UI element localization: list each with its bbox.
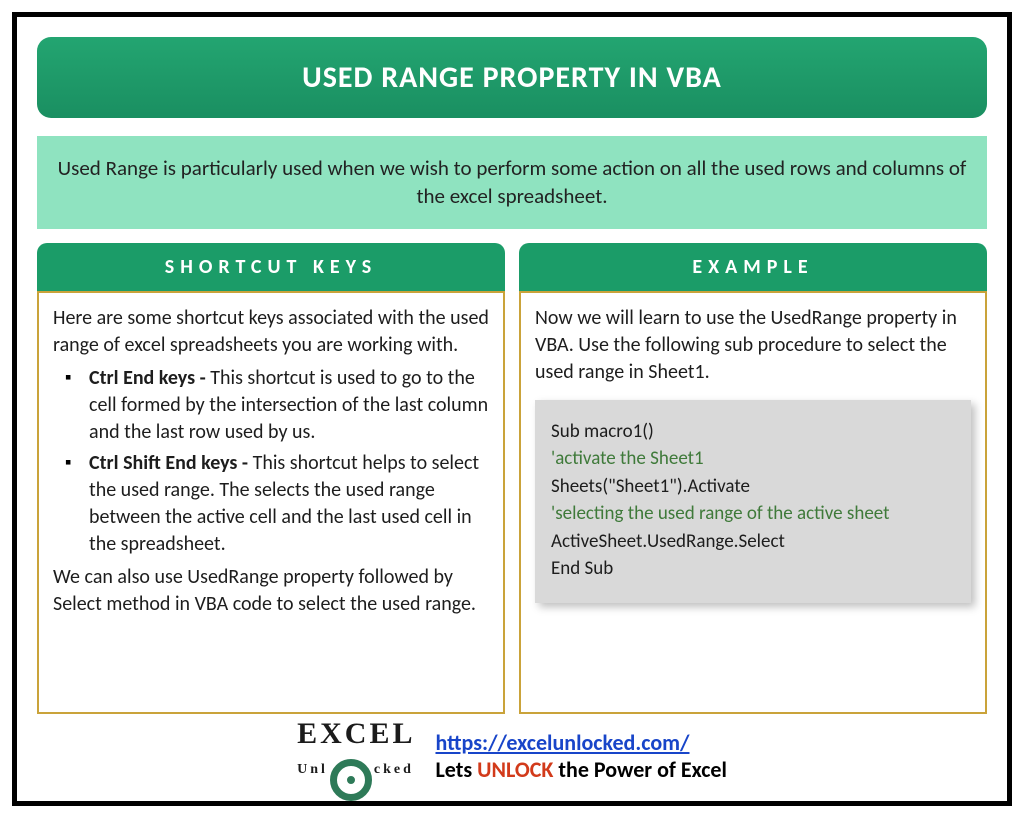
- shortcut-keys-column: SHORTCUT KEYS Here are some shortcut key…: [37, 243, 505, 714]
- list-item: Ctrl End keys - This shortcut is used to…: [65, 365, 489, 446]
- code-line: ActiveSheet.UsedRange.Select: [551, 528, 955, 556]
- shortcut-keys-outro: We can also use UsedRange property follo…: [53, 564, 489, 618]
- footer-text: https://excelunlocked.com/ Lets UNLOCK t…: [435, 729, 726, 783]
- code-line: End Sub: [551, 555, 955, 583]
- example-body: Now we will learn to use the UsedRange p…: [519, 291, 987, 714]
- footer-link[interactable]: https://excelunlocked.com/: [435, 729, 689, 756]
- tagline-pre: Lets: [435, 756, 477, 783]
- list-item: Ctrl Shift End keys - This shortcut help…: [65, 450, 489, 558]
- code-comment: 'selecting the used range of the active …: [551, 500, 955, 528]
- code-line: Sub macro1(): [551, 418, 955, 446]
- description-bar: Used Range is particularly used when we …: [37, 136, 987, 229]
- shortcut-keys-intro: Here are some shortcut keys associated w…: [53, 305, 489, 359]
- logo-letter: X: [320, 720, 345, 747]
- bullet-bold: Ctrl Shift End keys -: [89, 451, 253, 475]
- shortcut-keys-body: Here are some shortcut keys associated w…: [37, 291, 505, 714]
- footer-tagline: Lets UNLOCK the Power of Excel: [435, 756, 726, 783]
- logo-letter: E: [369, 720, 392, 747]
- logo-letter: E: [297, 720, 320, 747]
- shortcut-keys-header: SHORTCUT KEYS: [37, 243, 505, 291]
- document-frame: USED RANGE PROPERTY IN VBA Used Range is…: [12, 12, 1012, 806]
- logo: E X C E L Unl cked: [297, 720, 415, 791]
- bullet-bold: Ctrl End keys -: [89, 366, 210, 390]
- logo-top-row: E X C E L: [297, 720, 415, 747]
- logo-letter: L: [392, 720, 415, 747]
- logo-sub-text: cked: [374, 764, 414, 777]
- logo-sub-text: Unl: [297, 764, 328, 777]
- footer: E X C E L Unl cked https://excelunlocked…: [37, 720, 987, 791]
- shortcut-keys-list: Ctrl End keys - This shortcut is used to…: [65, 365, 489, 558]
- keyhole-icon: [330, 759, 372, 801]
- example-column: EXAMPLE Now we will learn to use the Use…: [519, 243, 987, 714]
- code-line: Sheets("Sheet1").Activate: [551, 473, 955, 501]
- example-header: EXAMPLE: [519, 243, 987, 291]
- page-title: USED RANGE PROPERTY IN VBA: [37, 37, 987, 118]
- tagline-post: the Power of Excel: [553, 756, 726, 783]
- logo-letter: C: [345, 720, 370, 747]
- tagline-unlock: UNLOCK: [477, 756, 553, 783]
- example-intro: Now we will learn to use the UsedRange p…: [535, 305, 971, 386]
- columns-container: SHORTCUT KEYS Here are some shortcut key…: [37, 243, 987, 714]
- logo-bottom-row: Unl cked: [297, 749, 414, 791]
- code-comment: 'activate the Sheet1: [551, 445, 955, 473]
- code-block: Sub macro1() 'activate the Sheet1 Sheets…: [535, 400, 971, 603]
